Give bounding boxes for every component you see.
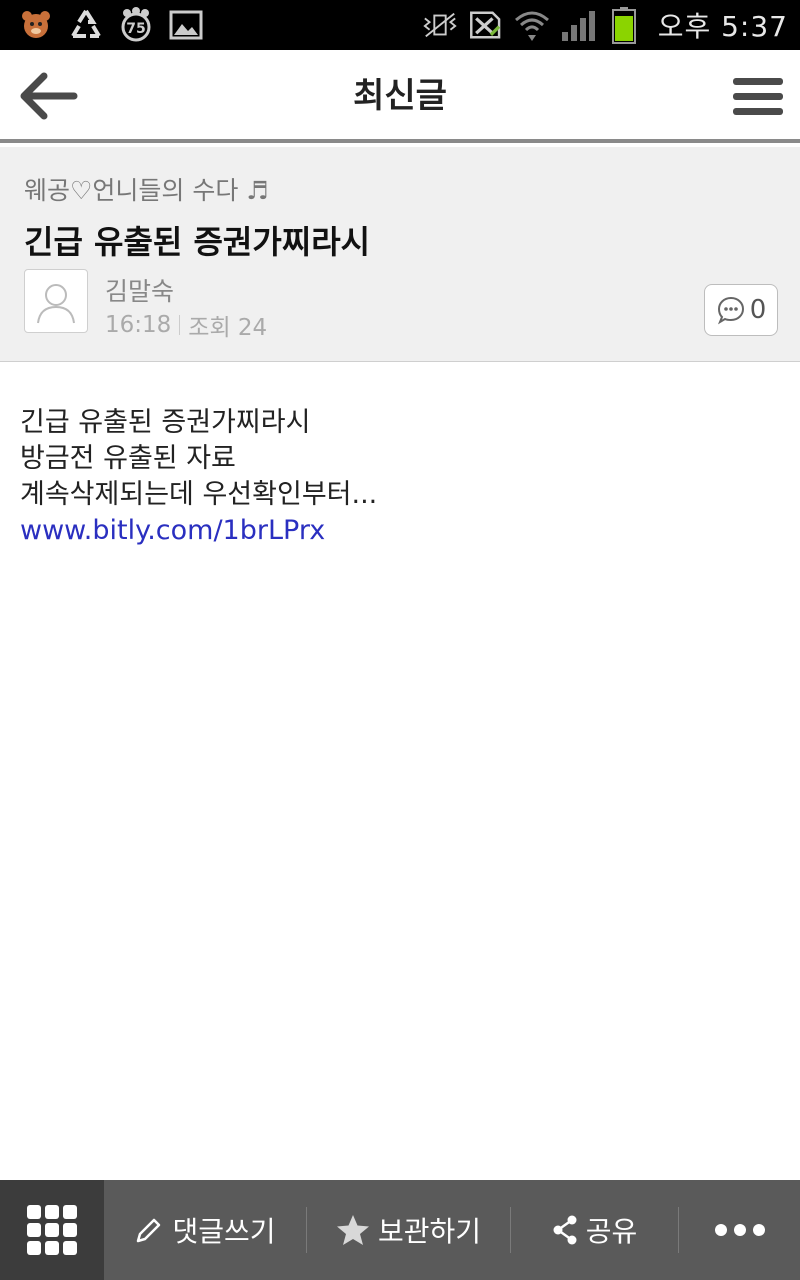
paw-battery-icon: 75 — [118, 7, 154, 43]
share-button[interactable]: 공유 — [511, 1180, 678, 1280]
battery-icon — [606, 7, 642, 44]
avatar[interactable] — [24, 269, 88, 333]
svg-text:75: 75 — [126, 21, 145, 37]
write-comment-label: 댓글쓰기 — [172, 1215, 276, 1248]
content-line: 방금전 유출된 자료 — [20, 443, 236, 474]
write-comment-button[interactable]: 댓글쓰기 — [104, 1180, 306, 1280]
content-line: 계속삭제되는데 우선확인부터... — [20, 479, 378, 510]
user-placeholder-icon — [37, 284, 75, 324]
post-title: 긴급 유출된 증권가찌라시 — [24, 223, 371, 261]
more-dots-icon — [714, 1224, 765, 1236]
pencil-icon — [137, 1218, 161, 1243]
comment-count-button[interactable]: 0 — [704, 284, 778, 336]
wifi-icon — [514, 7, 550, 43]
post-content: 긴급 유출된 증권가찌라시 방금전 유출된 자료 계속삭제되는데 우선확인부터.… — [20, 405, 780, 549]
comment-count: 0 — [749, 295, 767, 325]
app-header: 최신글 — [0, 50, 800, 143]
meta-divider — [179, 315, 181, 335]
post-time: 16:18 — [105, 312, 172, 338]
app-grid-button[interactable] — [0, 1180, 104, 1280]
speech-bubble-icon — [717, 296, 744, 325]
author-name[interactable]: 김말숙 — [105, 272, 174, 308]
content-line: 긴급 유출된 증권가찌라시 — [20, 407, 311, 438]
grid-icon — [27, 1205, 77, 1255]
post-meta: 16:18 조회 24 — [105, 308, 267, 342]
star-icon — [336, 1215, 369, 1245]
save-button[interactable]: 보관하기 — [307, 1180, 510, 1280]
status-time: 오후 5:37 — [657, 10, 788, 43]
share-icon — [553, 1215, 577, 1245]
mute-vibrate-icon — [422, 7, 458, 43]
content-link[interactable]: www.bitly.com/1brLPrx — [20, 513, 780, 549]
share-label: 공유 — [585, 1215, 638, 1248]
view-count: 조회 24 — [188, 315, 268, 341]
hamburger-menu-icon — [733, 78, 783, 115]
bottom-toolbar: 댓글쓰기 보관하기 공유 — [0, 1180, 800, 1280]
save-label: 보관하기 — [377, 1215, 482, 1248]
more-button[interactable] — [679, 1180, 800, 1280]
no-sim-icon — [468, 7, 504, 43]
signal-icon — [560, 7, 596, 43]
post-header: 웨공♡언니들의 수다 ♬ 긴급 유출된 증권가찌라시 김말숙 16:18 조회 … — [0, 147, 800, 362]
dog-bear-icon — [18, 7, 54, 43]
page-title: 최신글 — [353, 76, 447, 116]
recycle-icon — [68, 7, 104, 43]
image-icon — [168, 7, 204, 43]
status-bar: 75 오후 5:37 — [0, 0, 800, 50]
menu-button[interactable] — [730, 72, 786, 122]
board-name[interactable]: 웨공♡언니들의 수다 ♬ — [24, 171, 269, 207]
